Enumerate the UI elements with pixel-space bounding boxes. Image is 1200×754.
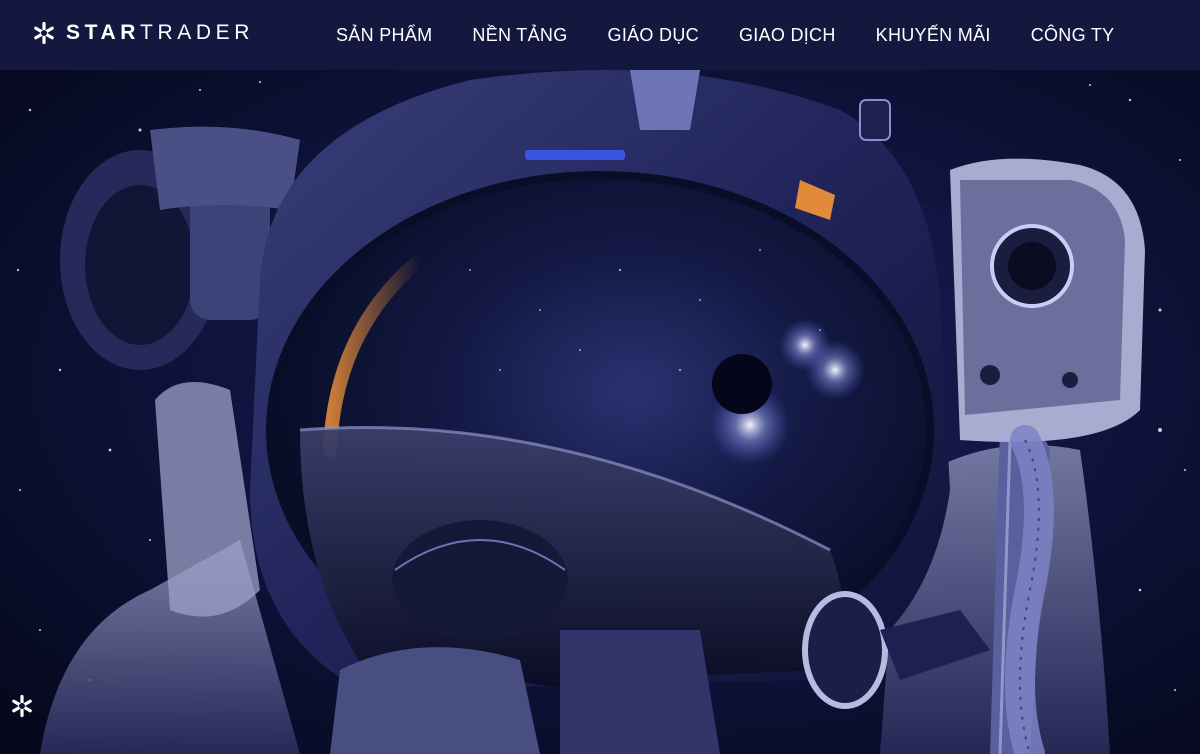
brand-name-light: TRADER xyxy=(140,21,254,44)
nav-item-promotions[interactable]: KHUYẾN MÃI xyxy=(876,25,991,46)
brand-name-bold: STAR xyxy=(66,21,141,44)
startrader-logo[interactable]: STARTRADER xyxy=(32,16,254,50)
asterisk-star-icon[interactable] xyxy=(10,694,34,718)
main-menu: SẢN PHẨM NỀN TẢNG GIÁO DỤC GIAO DỊCH KHU… xyxy=(316,0,1134,70)
astronaut-helmet-illustration xyxy=(16,70,1186,754)
nav-item-education[interactable]: GIÁO DỤC xyxy=(608,25,699,46)
brand-wordmark: STARTRADER xyxy=(66,21,254,45)
eclipse-moon xyxy=(712,354,772,414)
asterisk-star-icon xyxy=(34,21,54,45)
nav-item-trading[interactable]: GIAO DỊCH xyxy=(739,25,836,46)
nav-item-products[interactable]: SẢN PHẨM xyxy=(336,25,432,46)
nav-item-platforms[interactable]: NỀN TẢNG xyxy=(472,25,567,46)
hero-banner xyxy=(0,70,1200,754)
helmet-side-module xyxy=(950,158,1145,443)
nav-item-company[interactable]: CÔNG TY xyxy=(1031,25,1115,46)
top-navigation: STARTRADER SẢN PHẨM NỀN TẢNG GIÁO DỤC GI… xyxy=(0,0,1200,70)
